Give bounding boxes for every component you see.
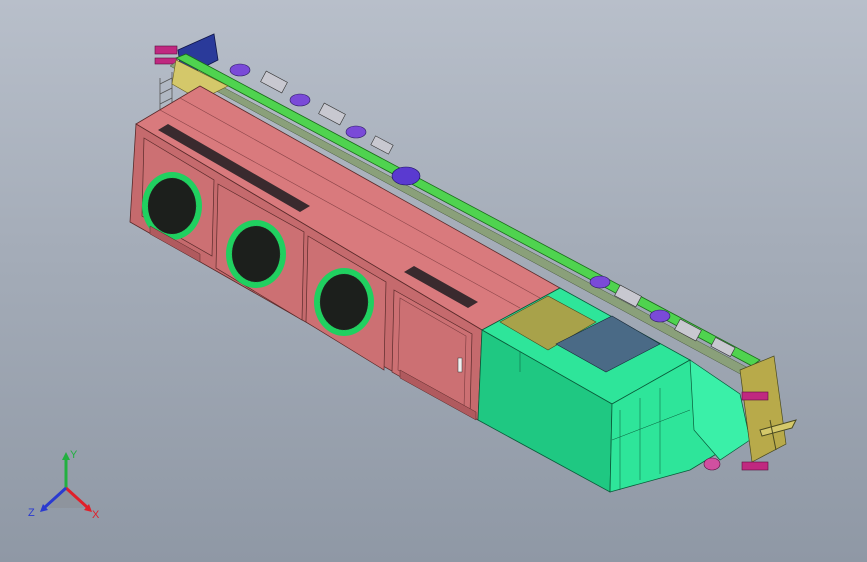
y-axis-label: Y: [70, 449, 78, 461]
fuel-tank: [391, 166, 421, 186]
fan-2: [226, 220, 286, 288]
axis-triad: Y X Z: [28, 449, 100, 521]
front-end-plate: [739, 355, 787, 463]
fan-3: [314, 268, 374, 336]
front-buffer-lower: [741, 461, 769, 471]
locomotive-model[interactable]: [0, 0, 867, 562]
graphics-viewport[interactable]: Y X Z: [0, 0, 867, 562]
y-axis-arrow: [62, 452, 70, 460]
door-handle[interactable]: [457, 357, 463, 373]
front-headlight: [703, 457, 721, 471]
front-buffer-upper: [741, 391, 769, 401]
rear-buffer-upper: [154, 45, 178, 55]
rear-buffer-lower: [154, 57, 178, 65]
x-axis-label: X: [92, 509, 100, 521]
z-axis-label: Z: [28, 507, 35, 519]
